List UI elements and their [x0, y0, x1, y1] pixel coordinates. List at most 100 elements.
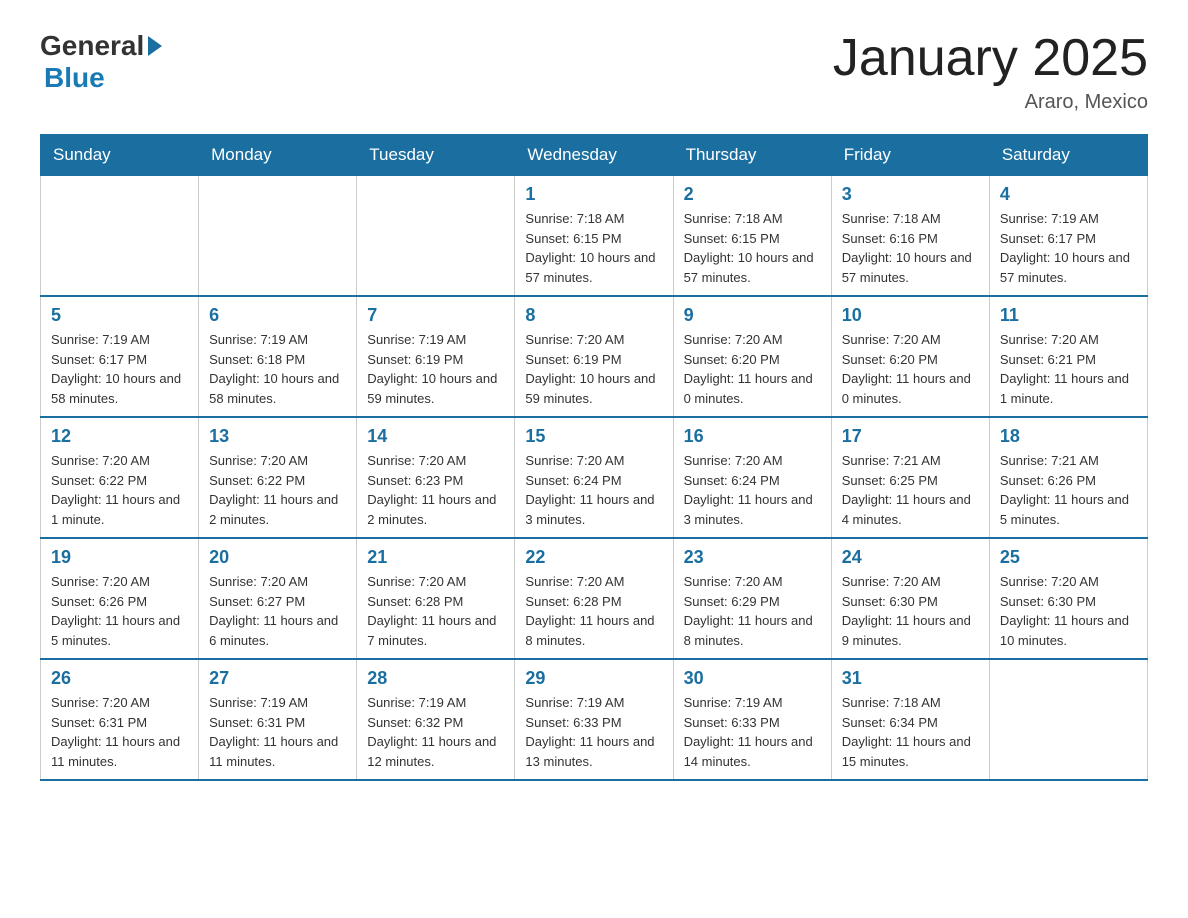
calendar-cell [41, 176, 199, 297]
day-number: 23 [684, 547, 821, 568]
calendar-cell [357, 176, 515, 297]
calendar-subtitle: Araro, Mexico [833, 91, 1148, 114]
title-block: January 2025 Araro, Mexico [833, 30, 1148, 114]
day-of-week-header: Tuesday [357, 135, 515, 176]
day-of-week-header: Monday [199, 135, 357, 176]
day-info: Sunrise: 7:18 AM Sunset: 6:34 PM Dayligh… [842, 693, 979, 771]
day-of-week-header: Sunday [41, 135, 199, 176]
day-info: Sunrise: 7:19 AM Sunset: 6:33 PM Dayligh… [684, 693, 821, 771]
day-info: Sunrise: 7:20 AM Sunset: 6:19 PM Dayligh… [525, 330, 662, 408]
day-number: 19 [51, 547, 188, 568]
day-info: Sunrise: 7:20 AM Sunset: 6:31 PM Dayligh… [51, 693, 188, 771]
day-info: Sunrise: 7:20 AM Sunset: 6:24 PM Dayligh… [684, 451, 821, 529]
logo-arrow-icon [148, 36, 162, 56]
day-info: Sunrise: 7:19 AM Sunset: 6:17 PM Dayligh… [51, 330, 188, 408]
calendar-cell: 9Sunrise: 7:20 AM Sunset: 6:20 PM Daylig… [673, 296, 831, 417]
day-number: 22 [525, 547, 662, 568]
day-number: 14 [367, 426, 504, 447]
calendar-cell: 27 Sunrise: 7:19 AM Sunset: 6:31 PM Dayli… [199, 659, 357, 780]
day-of-week-header: Friday [831, 135, 989, 176]
calendar-cell: 31Sunrise: 7:18 AM Sunset: 6:34 PM Dayli… [831, 659, 989, 780]
day-number: 13 [209, 426, 346, 447]
day-number: 11 [1000, 305, 1137, 326]
day-info: Sunrise: 7:20 AM Sunset: 6:23 PM Dayligh… [367, 451, 504, 529]
calendar-cell [989, 659, 1147, 780]
calendar-cell: 23Sunrise: 7:20 AM Sunset: 6:29 PM Dayli… [673, 538, 831, 659]
logo-blue-text: Blue [44, 62, 105, 93]
day-number: 28 [367, 668, 504, 689]
calendar-cell: 11 Sunrise: 7:20 AM Sunset: 6:21 PM Dayli… [989, 296, 1147, 417]
day-number: 30 [684, 668, 821, 689]
day-number: 6 [209, 305, 346, 326]
day-info: Sunrise: 7:20 AM Sunset: 6:21 PM Dayligh… [1000, 330, 1137, 408]
day-of-week-header: Saturday [989, 135, 1147, 176]
day-of-week-header: Wednesday [515, 135, 673, 176]
calendar-cell: 22Sunrise: 7:20 AM Sunset: 6:28 PM Dayli… [515, 538, 673, 659]
day-number: 26 [51, 668, 188, 689]
day-number: 8 [525, 305, 662, 326]
day-info: Sunrise: 7:21 AM Sunset: 6:26 PM Dayligh… [1000, 451, 1137, 529]
day-number: 1 [525, 184, 662, 205]
day-number: 12 [51, 426, 188, 447]
day-info: Sunrise: 7:19 AM Sunset: 6:17 PM Dayligh… [1000, 209, 1137, 287]
day-number: 3 [842, 184, 979, 205]
day-number: 7 [367, 305, 504, 326]
calendar-cell: 5 Sunrise: 7:19 AM Sunset: 6:17 PM Daylig… [41, 296, 199, 417]
calendar-cell: 20 Sunrise: 7:20 AM Sunset: 6:27 PM Dayli… [199, 538, 357, 659]
day-info: Sunrise: 7:20 AM Sunset: 6:22 PM Dayligh… [209, 451, 346, 529]
calendar-cell: 4Sunrise: 7:19 AM Sunset: 6:17 PM Daylig… [989, 176, 1147, 297]
day-info: Sunrise: 7:20 AM Sunset: 6:24 PM Dayligh… [525, 451, 662, 529]
logo-general-text: General [40, 30, 144, 62]
day-info: Sunrise: 7:20 AM Sunset: 6:30 PM Dayligh… [1000, 572, 1137, 650]
calendar-cell: 12 Sunrise: 7:20 AM Sunset: 6:22 PM Dayli… [41, 417, 199, 538]
day-number: 16 [684, 426, 821, 447]
day-number: 2 [684, 184, 821, 205]
day-info: Sunrise: 7:20 AM Sunset: 6:28 PM Dayligh… [367, 572, 504, 650]
day-info: Sunrise: 7:20 AM Sunset: 6:20 PM Dayligh… [842, 330, 979, 408]
day-number: 24 [842, 547, 979, 568]
calendar-cell: 18 Sunrise: 7:21 AM Sunset: 6:26 PM Dayli… [989, 417, 1147, 538]
calendar-cell: 14 Sunrise: 7:20 AM Sunset: 6:23 PM Dayli… [357, 417, 515, 538]
calendar-cell [199, 176, 357, 297]
day-number: 27 [209, 668, 346, 689]
calendar-cell: 26 Sunrise: 7:20 AM Sunset: 6:31 PM Dayli… [41, 659, 199, 780]
day-info: Sunrise: 7:19 AM Sunset: 6:32 PM Dayligh… [367, 693, 504, 771]
day-of-week-header: Thursday [673, 135, 831, 176]
calendar-cell: 6 Sunrise: 7:19 AM Sunset: 6:18 PM Daylig… [199, 296, 357, 417]
calendar-cell: 29 Sunrise: 7:19 AM Sunset: 6:33 PM Dayli… [515, 659, 673, 780]
day-info: Sunrise: 7:19 AM Sunset: 6:31 PM Dayligh… [209, 693, 346, 771]
calendar-week-row: 12 Sunrise: 7:20 AM Sunset: 6:22 PM Dayli… [41, 417, 1148, 538]
calendar-cell: 13 Sunrise: 7:20 AM Sunset: 6:22 PM Dayli… [199, 417, 357, 538]
day-info: Sunrise: 7:20 AM Sunset: 6:22 PM Dayligh… [51, 451, 188, 529]
calendar-cell: 7Sunrise: 7:19 AM Sunset: 6:19 PM Daylig… [357, 296, 515, 417]
calendar-week-row: 1 Sunrise: 7:18 AM Sunset: 6:15 PM Daylig… [41, 176, 1148, 297]
calendar-cell: 1Sunrise: 7:18 AM Sunset: 6:15 PM Daylig… [515, 176, 673, 297]
day-number: 20 [209, 547, 346, 568]
calendar-cell: 21 Sunrise: 7:20 AM Sunset: 6:28 PM Dayli… [357, 538, 515, 659]
day-number: 25 [1000, 547, 1137, 568]
calendar-cell: 30 Sunrise: 7:19 AM Sunset: 6:33 PM Dayli… [673, 659, 831, 780]
day-number: 29 [525, 668, 662, 689]
day-info: Sunrise: 7:18 AM Sunset: 6:15 PM Dayligh… [684, 209, 821, 287]
calendar-cell: 8 Sunrise: 7:20 AM Sunset: 6:19 PM Daylig… [515, 296, 673, 417]
calendar-cell: 19 Sunrise: 7:20 AM Sunset: 6:26 PM Dayli… [41, 538, 199, 659]
logo: General Blue [40, 30, 166, 94]
day-number: 15 [525, 426, 662, 447]
calendar-week-row: 19 Sunrise: 7:20 AM Sunset: 6:26 PM Dayli… [41, 538, 1148, 659]
calendar-cell: 3Sunrise: 7:18 AM Sunset: 6:16 PM Daylig… [831, 176, 989, 297]
day-info: Sunrise: 7:20 AM Sunset: 6:20 PM Dayligh… [684, 330, 821, 408]
day-info: Sunrise: 7:20 AM Sunset: 6:27 PM Dayligh… [209, 572, 346, 650]
calendar-cell: 28 Sunrise: 7:19 AM Sunset: 6:32 PM Dayli… [357, 659, 515, 780]
day-number: 18 [1000, 426, 1137, 447]
day-number: 21 [367, 547, 504, 568]
day-info: Sunrise: 7:20 AM Sunset: 6:26 PM Dayligh… [51, 572, 188, 650]
day-info: Sunrise: 7:19 AM Sunset: 6:18 PM Dayligh… [209, 330, 346, 408]
day-info: Sunrise: 7:21 AM Sunset: 6:25 PM Dayligh… [842, 451, 979, 529]
calendar-cell: 17Sunrise: 7:21 AM Sunset: 6:25 PM Dayli… [831, 417, 989, 538]
day-number: 10 [842, 305, 979, 326]
calendar-cell: 25 Sunrise: 7:20 AM Sunset: 6:30 PM Dayli… [989, 538, 1147, 659]
day-number: 5 [51, 305, 188, 326]
day-info: Sunrise: 7:19 AM Sunset: 6:33 PM Dayligh… [525, 693, 662, 771]
calendar-title: January 2025 [833, 30, 1148, 87]
calendar-header-row: SundayMondayTuesdayWednesdayThursdayFrid… [41, 135, 1148, 176]
